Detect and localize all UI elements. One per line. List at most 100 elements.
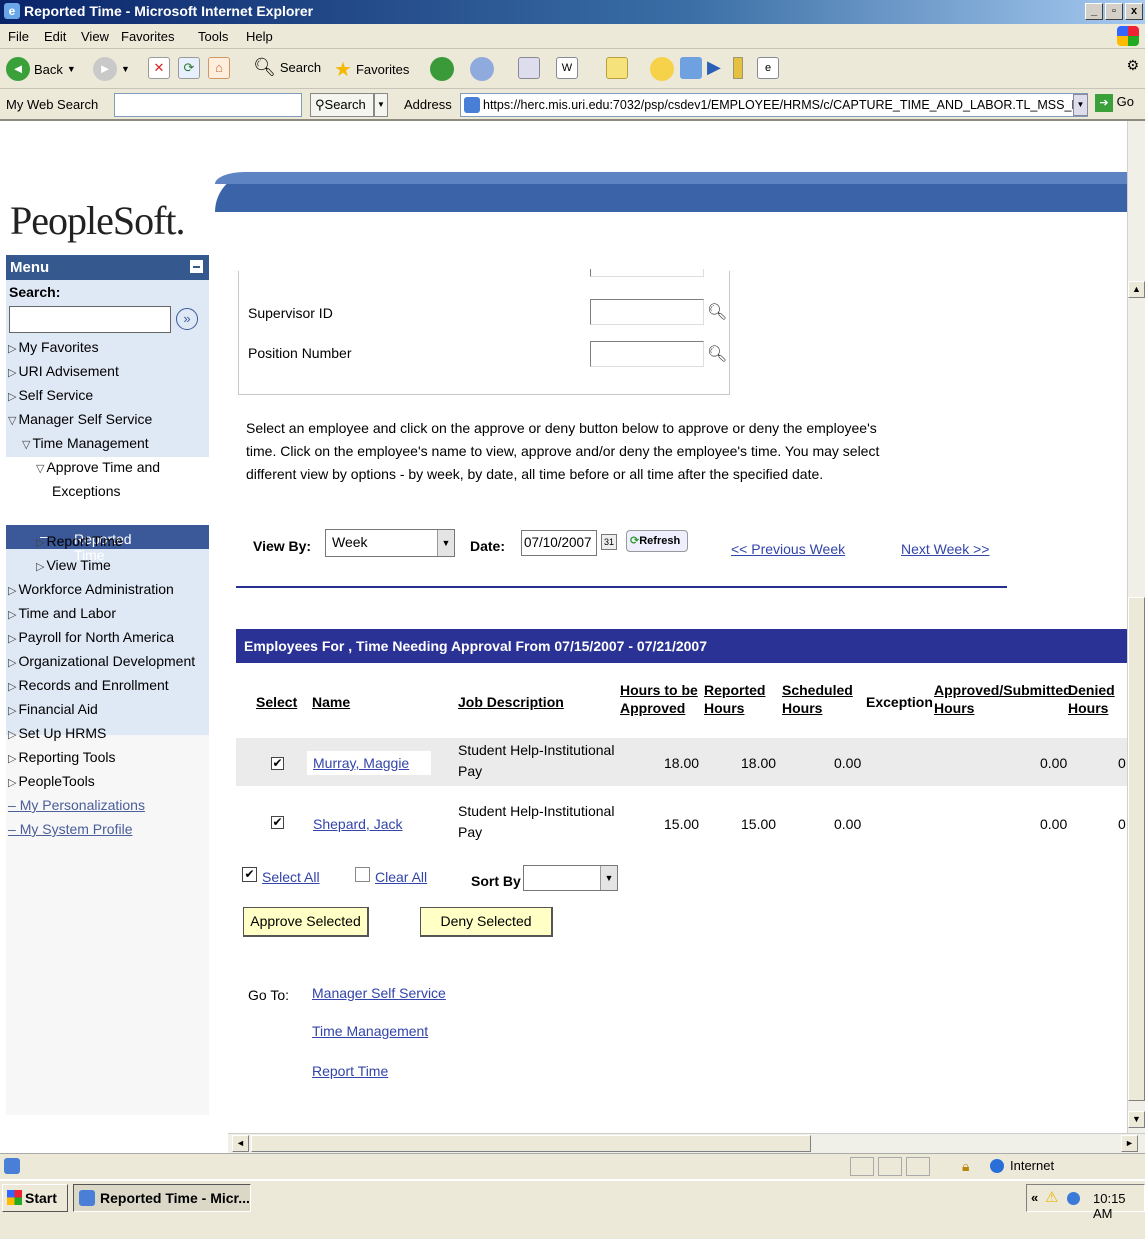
network-icon[interactable] xyxy=(1067,1192,1080,1205)
refresh-icon[interactable]: ⟳ xyxy=(178,57,200,79)
menu-my-system-profile[interactable]: – My System Profile xyxy=(8,821,133,837)
row-select-checkbox[interactable]: ✔ xyxy=(271,816,284,829)
refresh-button[interactable]: ⟳Refresh xyxy=(626,530,688,552)
scroll-up-icon[interactable]: ▲ xyxy=(1128,281,1145,298)
menu-file[interactable]: File xyxy=(8,29,29,44)
scroll-right-icon[interactable]: ► xyxy=(1121,1135,1138,1152)
menu-setup-hrms[interactable]: ▷ Set Up HRMS xyxy=(8,725,106,741)
deny-selected-button[interactable]: Deny Selected xyxy=(420,907,553,937)
menu-time-and-labor[interactable]: ▷ Time and Labor xyxy=(8,605,116,621)
messenger-icon[interactable] xyxy=(650,57,674,81)
view-by-select[interactable]: Week ▼ xyxy=(325,529,455,557)
col-hours-to-be-approved[interactable]: Hours to be Approved xyxy=(620,681,698,717)
start-button[interactable]: Start xyxy=(2,1184,68,1212)
lookup-icon[interactable]: 🔍︎ xyxy=(707,302,727,322)
media-icon[interactable] xyxy=(430,57,454,81)
menu-view[interactable]: View xyxy=(81,29,109,44)
date-input[interactable]: 07/10/2007 xyxy=(521,530,597,556)
menu-edit[interactable]: Edit xyxy=(44,29,66,44)
col-denied-hours[interactable]: Denied Hours xyxy=(1068,681,1115,717)
home-link[interactable]: Home xyxy=(815,219,850,234)
supervisor-id-input[interactable] xyxy=(590,299,704,325)
row-select-checkbox[interactable]: ✔ xyxy=(271,757,284,770)
col-job-description[interactable]: Job Description xyxy=(458,693,564,711)
window-title-bar[interactable]: e Reported Time - Microsoft Internet Exp… xyxy=(0,0,1145,24)
clear-all-checkbox-icon[interactable] xyxy=(355,867,370,882)
lookup-icon[interactable]: 🔍︎ xyxy=(707,344,727,364)
menu-tools[interactable]: Tools xyxy=(198,29,228,44)
calendar-icon[interactable]: 31 xyxy=(601,534,617,550)
menu-financial-aid[interactable]: ▷ Financial Aid xyxy=(8,701,98,717)
menu-approve-time[interactable]: ▽ Approve Time and xyxy=(36,459,160,475)
tray-expand-icon[interactable]: « xyxy=(1031,1190,1038,1205)
web-search-button[interactable]: ⚲Search xyxy=(310,93,374,117)
favorites-toolbar-button[interactable]: ★ Favorites xyxy=(334,57,409,82)
goto-report-time-link[interactable]: Report Time xyxy=(312,1063,388,1079)
page-icon[interactable]: e xyxy=(757,57,779,79)
sign-out-link[interactable]: Sign out xyxy=(1081,219,1127,249)
minimize-button[interactable]: _ xyxy=(1085,3,1103,20)
approve-selected-button[interactable]: Approve Selected xyxy=(243,907,369,937)
forward-button[interactable]: ► ▼ xyxy=(93,57,130,81)
stop-icon[interactable]: ✕ xyxy=(148,57,170,79)
menu-my-favorites[interactable]: ▷ My Favorites xyxy=(8,339,99,355)
col-reported-hours[interactable]: Reported Hours xyxy=(704,681,765,717)
menu-payroll[interactable]: ▷ Payroll for North America xyxy=(8,629,174,645)
select-all-checkbox-icon[interactable]: ✔ xyxy=(242,867,257,882)
col-approved-submitted-hours[interactable]: Approved/Submitted Hours xyxy=(934,681,1072,717)
sort-by-select[interactable]: ▼ xyxy=(523,865,618,891)
maximize-button[interactable]: ▫ xyxy=(1105,3,1123,20)
employee-name-link[interactable]: Shepard, Jack xyxy=(313,816,403,832)
menu-uri-advisement[interactable]: ▷ URI Advisement xyxy=(8,363,119,379)
menu-self-service[interactable]: ▷ Self Service xyxy=(8,387,93,403)
url-input[interactable]: https://herc.mis.uri.edu:7032/psp/csdev1… xyxy=(460,93,1088,117)
search-toolbar-button[interactable]: 🔍︎ Search xyxy=(253,57,321,78)
position-number-input[interactable] xyxy=(590,341,704,367)
scroll-thumb[interactable] xyxy=(1128,597,1145,1101)
menu-help[interactable]: Help xyxy=(246,29,273,44)
menu-time-management[interactable]: ▽ Time Management xyxy=(22,435,149,451)
search-dropdown-icon[interactable]: ▼ xyxy=(374,93,388,117)
menu-search-go-icon[interactable]: » xyxy=(176,308,198,330)
scrolled-field-input[interactable] xyxy=(590,269,704,277)
menu-org-development[interactable]: ▷ Organizational Development xyxy=(8,653,195,669)
horizontal-scrollbar[interactable]: ◄ ► xyxy=(228,1133,1145,1153)
menu-report-time[interactable]: ▷ Report Time xyxy=(36,533,123,549)
menu-my-personalizations[interactable]: – My Personalizations xyxy=(8,797,145,813)
goto-manager-self-service-link[interactable]: Manager Self Service xyxy=(312,985,446,1001)
next-week-link[interactable]: Next Week >> xyxy=(901,541,989,557)
warning-icon[interactable]: ⚠ xyxy=(1045,1188,1058,1206)
history-icon[interactable] xyxy=(470,57,494,81)
computer-icon[interactable] xyxy=(680,57,702,79)
menu-workforce-admin[interactable]: ▷ Workforce Administration xyxy=(8,581,174,597)
collapse-menu-icon[interactable] xyxy=(190,260,203,273)
menu-peopletools[interactable]: ▷ PeopleTools xyxy=(8,773,95,789)
menu-search-input[interactable] xyxy=(9,306,171,333)
col-name[interactable]: Name xyxy=(312,693,350,711)
goto-time-management-link[interactable]: Time Management xyxy=(312,1023,428,1039)
close-button[interactable]: x xyxy=(1125,3,1143,20)
menu-records-enrollment[interactable]: ▷ Records and Enrollment xyxy=(8,677,169,693)
previous-week-link[interactable]: << Previous Week xyxy=(731,541,845,557)
word-icon[interactable]: W xyxy=(556,57,578,79)
home-icon[interactable]: ⌂ xyxy=(208,57,230,79)
web-search-input[interactable] xyxy=(114,93,302,117)
mail-icon[interactable] xyxy=(518,57,540,79)
h-scroll-thumb[interactable] xyxy=(251,1135,811,1152)
url-dropdown-icon[interactable]: ▼ xyxy=(1073,94,1088,116)
back-button[interactable]: ◄ Back ▼ xyxy=(6,57,76,81)
col-select[interactable]: Select xyxy=(256,693,297,711)
toolbar-gear-icon[interactable]: ⚙ xyxy=(1126,57,1139,74)
add-to-favorites-link[interactable]: Add to Favorites xyxy=(903,219,998,234)
taskbar-item-reported-time[interactable]: Reported Time - Micr... xyxy=(73,1184,251,1212)
employee-name-link[interactable]: Murray, Maggie xyxy=(313,755,409,771)
col-scheduled-hours[interactable]: Scheduled Hours xyxy=(782,681,853,717)
scroll-down-icon[interactable]: ▼ xyxy=(1128,1111,1145,1128)
menu-favorites[interactable]: Favorites xyxy=(121,29,174,44)
folder-icon[interactable] xyxy=(606,57,628,79)
note-icon[interactable] xyxy=(733,57,743,79)
vertical-scrollbar[interactable]: ▲ ▼ xyxy=(1127,121,1145,1133)
play-icon[interactable]: ▶ xyxy=(707,57,721,78)
menu-reporting-tools[interactable]: ▷ Reporting Tools xyxy=(8,749,116,765)
select-all-link[interactable]: Select All xyxy=(262,869,320,885)
